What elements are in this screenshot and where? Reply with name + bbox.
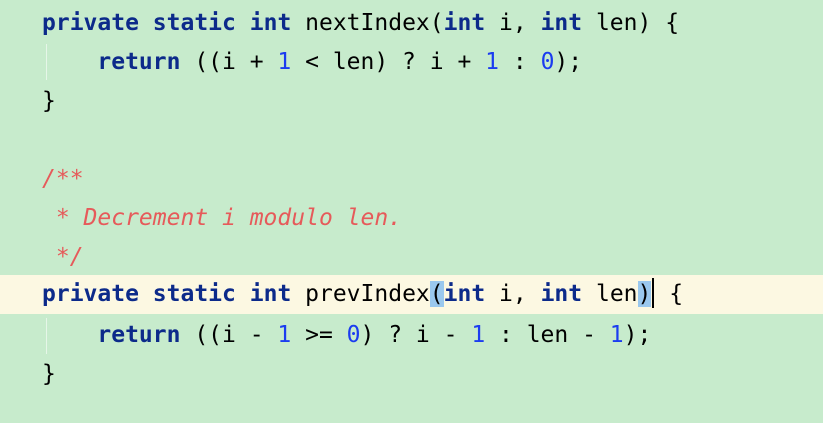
javadoc-comment: */ — [42, 244, 84, 270]
code-text: ((i + — [180, 49, 278, 75]
number-literal: 0 — [346, 322, 361, 348]
code-text: ); — [554, 49, 583, 75]
code-text: } — [42, 88, 56, 114]
code-text: i, — [485, 10, 541, 36]
code-line-text: return ((i + 1 < len) ? i + 1 : 0); — [42, 43, 582, 82]
code-line-text: return ((i - 1 >= 0) ? i - 1 : len - 1); — [42, 316, 651, 355]
code-text: < len) ? i + — [291, 49, 486, 75]
keyword: return — [97, 49, 181, 75]
number-literal: 1 — [485, 49, 500, 75]
code-line-text: } — [42, 355, 56, 394]
code-line-5[interactable]: /** — [0, 160, 823, 199]
number-literal: 1 — [277, 49, 292, 75]
javadoc-comment: /** — [42, 166, 84, 192]
keyword: int — [249, 281, 292, 307]
code-text: i, — [485, 281, 541, 307]
code-line-3[interactable]: } — [0, 82, 823, 121]
code-text: ); — [623, 322, 652, 348]
code-line-10[interactable]: } — [0, 355, 823, 394]
number-literal: 1 — [277, 322, 292, 348]
keyword: int — [443, 281, 486, 307]
keyword: int — [540, 10, 583, 36]
code-line-text: private static int nextIndex(int i, int … — [42, 4, 679, 43]
javadoc-comment: * Decrement i modulo len. — [42, 205, 403, 231]
code-line-6[interactable]: * Decrement i modulo len. — [0, 199, 823, 238]
code-line-text: /** — [42, 160, 84, 199]
code-line-text: */ — [42, 238, 84, 277]
code-text: len — [582, 281, 638, 307]
code-text: ) ? i - — [360, 322, 472, 348]
code-text: ((i - — [180, 322, 278, 348]
code-text: prevIndex — [291, 281, 430, 307]
code-text: : — [499, 49, 541, 75]
code-line-text: * Decrement i modulo len. — [42, 199, 402, 238]
code-text: >= — [291, 322, 347, 348]
matched-paren-open: ( — [429, 281, 444, 307]
code-text: } — [42, 361, 56, 387]
code-line-text: } — [42, 82, 56, 121]
keyword: static — [152, 10, 236, 36]
code-text: { — [655, 281, 684, 307]
code-line-text: private static int prevIndex(int i, int … — [42, 275, 683, 314]
code-editor[interactable]: private static int nextIndex(int i, int … — [0, 0, 823, 423]
text-caret — [652, 277, 655, 308]
code-line-4[interactable] — [0, 121, 823, 160]
code-text: len) { — [582, 10, 680, 36]
code-text: : len - — [485, 322, 610, 348]
code-text: nextIndex( — [291, 10, 444, 36]
code-line-9[interactable]: return ((i - 1 >= 0) ? i - 1 : len - 1); — [0, 316, 823, 355]
keyword: int — [540, 281, 583, 307]
code-line-1[interactable]: private static int nextIndex(int i, int … — [0, 4, 823, 43]
code-line-8-current[interactable]: private static int prevIndex(int i, int … — [0, 275, 823, 314]
number-literal: 1 — [609, 322, 624, 348]
number-literal: 1 — [471, 322, 486, 348]
keyword: private — [42, 281, 139, 307]
keyword: static — [152, 281, 236, 307]
keyword: return — [97, 322, 181, 348]
code-line-2[interactable]: return ((i + 1 < len) ? i + 1 : 0); — [0, 43, 823, 82]
matched-paren-close: ) — [637, 281, 652, 307]
keyword: int — [249, 10, 292, 36]
keyword: int — [443, 10, 486, 36]
code-line-7[interactable]: */ — [0, 238, 823, 277]
number-literal: 0 — [540, 49, 555, 75]
keyword: private — [42, 10, 139, 36]
